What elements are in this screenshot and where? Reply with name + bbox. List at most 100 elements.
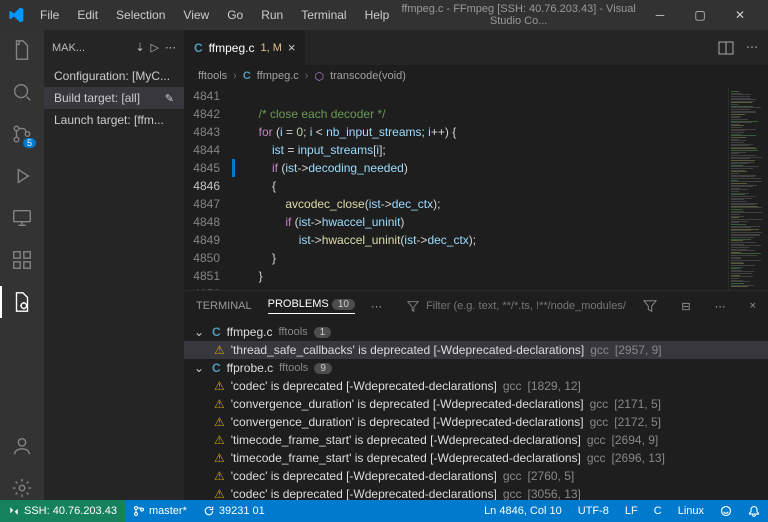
code-line[interactable]: }	[232, 267, 728, 285]
code-content[interactable]: /* close each decoder */ for (i = 0; i <…	[232, 87, 728, 290]
filter-funnel-icon[interactable]	[643, 299, 657, 313]
feedback-icon[interactable]	[712, 500, 740, 522]
code-line[interactable]: ist = input_streams[i];	[232, 141, 728, 159]
line-number: 4848	[184, 213, 220, 231]
language-status[interactable]: C	[646, 500, 670, 522]
problem-item[interactable]: ⚠ 'timecode_frame_start' is deprecated […	[184, 449, 768, 467]
sidebar-header: MAK... ⇣ ▷ ⋯	[44, 30, 184, 65]
problem-item[interactable]: ⚠ 'convergence_duration' is deprecated […	[184, 395, 768, 413]
sidebar-row-label: Configuration: [MyC...	[54, 69, 170, 83]
panel-tab-terminal[interactable]: TERMINAL	[196, 300, 252, 312]
branch-indicator[interactable]: master*	[125, 500, 195, 522]
eol-status[interactable]: LF	[617, 500, 646, 522]
menu-edit[interactable]: Edit	[69, 4, 106, 26]
code-line[interactable]: if (ist->hwaccel_uninit)	[232, 213, 728, 231]
problem-file-count: 9	[314, 363, 332, 374]
remote-label: SSH: 40.76.203.43	[24, 505, 117, 517]
bottom-panel: TERMINAL PROBLEMS 10 ⋯ ⊟ ⋯ × ⌄Cffmpeg.c …	[184, 290, 768, 500]
cursor-position[interactable]: Ln 4846, Col 10	[476, 500, 570, 522]
split-editor-icon[interactable]	[718, 40, 734, 56]
warning-icon: ⚠	[214, 379, 225, 393]
problem-file-group[interactable]: ⌄Cffprobe.c fftools 9	[184, 359, 768, 377]
panel-tab-problems[interactable]: PROBLEMS 10	[268, 298, 355, 314]
close-button[interactable]: ✕	[720, 0, 760, 30]
code-line[interactable]	[232, 285, 728, 290]
minimize-button[interactable]: ─	[640, 0, 680, 30]
problem-message: 'thread_safe_callbacks' is deprecated [-…	[231, 343, 584, 357]
code-line[interactable]: }	[232, 249, 728, 267]
extensions-icon[interactable]	[10, 248, 34, 272]
code-line[interactable]: for (i = 0; i < nb_input_streams; i++) {	[232, 123, 728, 141]
code-line[interactable]: /* close each decoder */	[232, 105, 728, 123]
remote-indicator[interactable]: SSH: 40.76.203.43	[0, 500, 125, 522]
problem-message: 'codec' is deprecated [-Wdeprecated-decl…	[231, 487, 497, 500]
problems-filter-input[interactable]	[426, 300, 626, 312]
tab-ffmpeg-c[interactable]: C ffmpeg.c 1, M ×	[184, 30, 305, 65]
sidebar-more-icon[interactable]: ⋯	[165, 41, 176, 54]
sidebar-row[interactable]: Launch target: [ffm...	[44, 109, 184, 131]
problem-item[interactable]: ⚠ 'codec' is deprecated [-Wdeprecated-de…	[184, 485, 768, 500]
maximize-button[interactable]: ▢	[680, 0, 720, 30]
problem-item[interactable]: ⚠ 'codec' is deprecated [-Wdeprecated-de…	[184, 467, 768, 485]
pencil-icon[interactable]: ✎	[165, 92, 174, 105]
problem-location: [2694, 9]	[612, 433, 659, 447]
problem-item[interactable]: ⚠ 'thread_safe_callbacks' is deprecated …	[184, 341, 768, 359]
problem-file-group[interactable]: ⌄Cffmpeg.c fftools 1	[184, 323, 768, 341]
code-line[interactable]	[232, 87, 728, 105]
breadcrumb-separator-icon: ›	[233, 70, 237, 82]
search-icon[interactable]	[10, 80, 34, 104]
menu-help[interactable]: Help	[357, 4, 398, 26]
editor-group: C ffmpeg.c 1, M × ⋯ fftools›Cffmpeg.c›⬡t…	[184, 30, 768, 500]
sidebar-row[interactable]: Configuration: [MyC...	[44, 65, 184, 87]
editor-more-icon[interactable]: ⋯	[746, 40, 758, 56]
filter-icon[interactable]	[406, 299, 420, 313]
sidebar-action-build-icon[interactable]: ⇣	[135, 41, 144, 54]
editor[interactable]: 4841484248434844484548464847484848494850…	[184, 87, 768, 290]
menu-terminal[interactable]: Terminal	[293, 4, 354, 26]
problem-file-folder: fftools	[279, 362, 308, 374]
problem-file-count: 1	[314, 327, 332, 338]
menu-file[interactable]: File	[32, 4, 67, 26]
warning-icon: ⚠	[214, 487, 225, 500]
breadcrumb-separator-icon: ›	[305, 70, 309, 82]
menu-run[interactable]: Run	[253, 4, 291, 26]
code-line[interactable]: ist->hwaccel_uninit(ist->dec_ctx);	[232, 231, 728, 249]
code-line[interactable]: {	[232, 177, 728, 195]
minimap[interactable]	[728, 87, 768, 290]
sync-label: 39231 01	[219, 505, 265, 517]
remote-explorer-icon[interactable]	[10, 206, 34, 230]
panel-more-icon[interactable]: ⋯	[371, 300, 382, 313]
menu-selection[interactable]: Selection	[108, 4, 173, 26]
panel-close-icon[interactable]: ×	[750, 300, 756, 312]
window-controls: ─ ▢ ✕	[640, 0, 760, 30]
problem-item[interactable]: ⚠ 'codec' is deprecated [-Wdeprecated-de…	[184, 377, 768, 395]
run-debug-icon[interactable]	[10, 164, 34, 188]
sidebar-row[interactable]: Build target: [all]✎	[44, 87, 184, 109]
makefile-tools-icon[interactable]	[10, 290, 34, 314]
os-status[interactable]: Linux	[670, 500, 712, 522]
warning-icon: ⚠	[214, 451, 225, 465]
breadcrumbs[interactable]: fftools›Cffmpeg.c›⬡transcode(void)	[184, 65, 768, 87]
problem-item[interactable]: ⚠ 'timecode_frame_start' is deprecated […	[184, 431, 768, 449]
panel-hdr-more-icon[interactable]: ⋯	[715, 300, 726, 313]
tab-close-icon[interactable]: ×	[288, 40, 296, 55]
settings-gear-icon[interactable]	[10, 476, 34, 500]
problems-list: ⌄Cffmpeg.c fftools 1⚠ 'thread_safe_callb…	[184, 321, 768, 500]
encoding-status[interactable]: UTF-8	[570, 500, 617, 522]
code-line[interactable]: if (ist->decoding_needed)	[232, 159, 728, 177]
sidebar-action-run-icon[interactable]: ▷	[151, 41, 159, 54]
chevron-down-icon: ⌄	[194, 325, 206, 339]
explorer-icon[interactable]	[10, 38, 34, 62]
source-control-icon[interactable]: 5	[10, 122, 34, 146]
collapse-all-icon[interactable]: ⊟	[681, 300, 690, 313]
accounts-icon[interactable]	[10, 434, 34, 458]
breadcrumb-segment[interactable]: transcode(void)	[330, 70, 406, 82]
breadcrumb-segment[interactable]: ffmpeg.c	[257, 70, 299, 82]
code-line[interactable]: avcodec_close(ist->dec_ctx);	[232, 195, 728, 213]
notifications-icon[interactable]	[740, 500, 768, 522]
menu-go[interactable]: Go	[219, 4, 251, 26]
breadcrumb-segment[interactable]: fftools	[198, 70, 227, 82]
problem-item[interactable]: ⚠ 'convergence_duration' is deprecated […	[184, 413, 768, 431]
menu-view[interactable]: View	[175, 4, 217, 26]
sync-indicator[interactable]: 39231 01	[195, 500, 273, 522]
